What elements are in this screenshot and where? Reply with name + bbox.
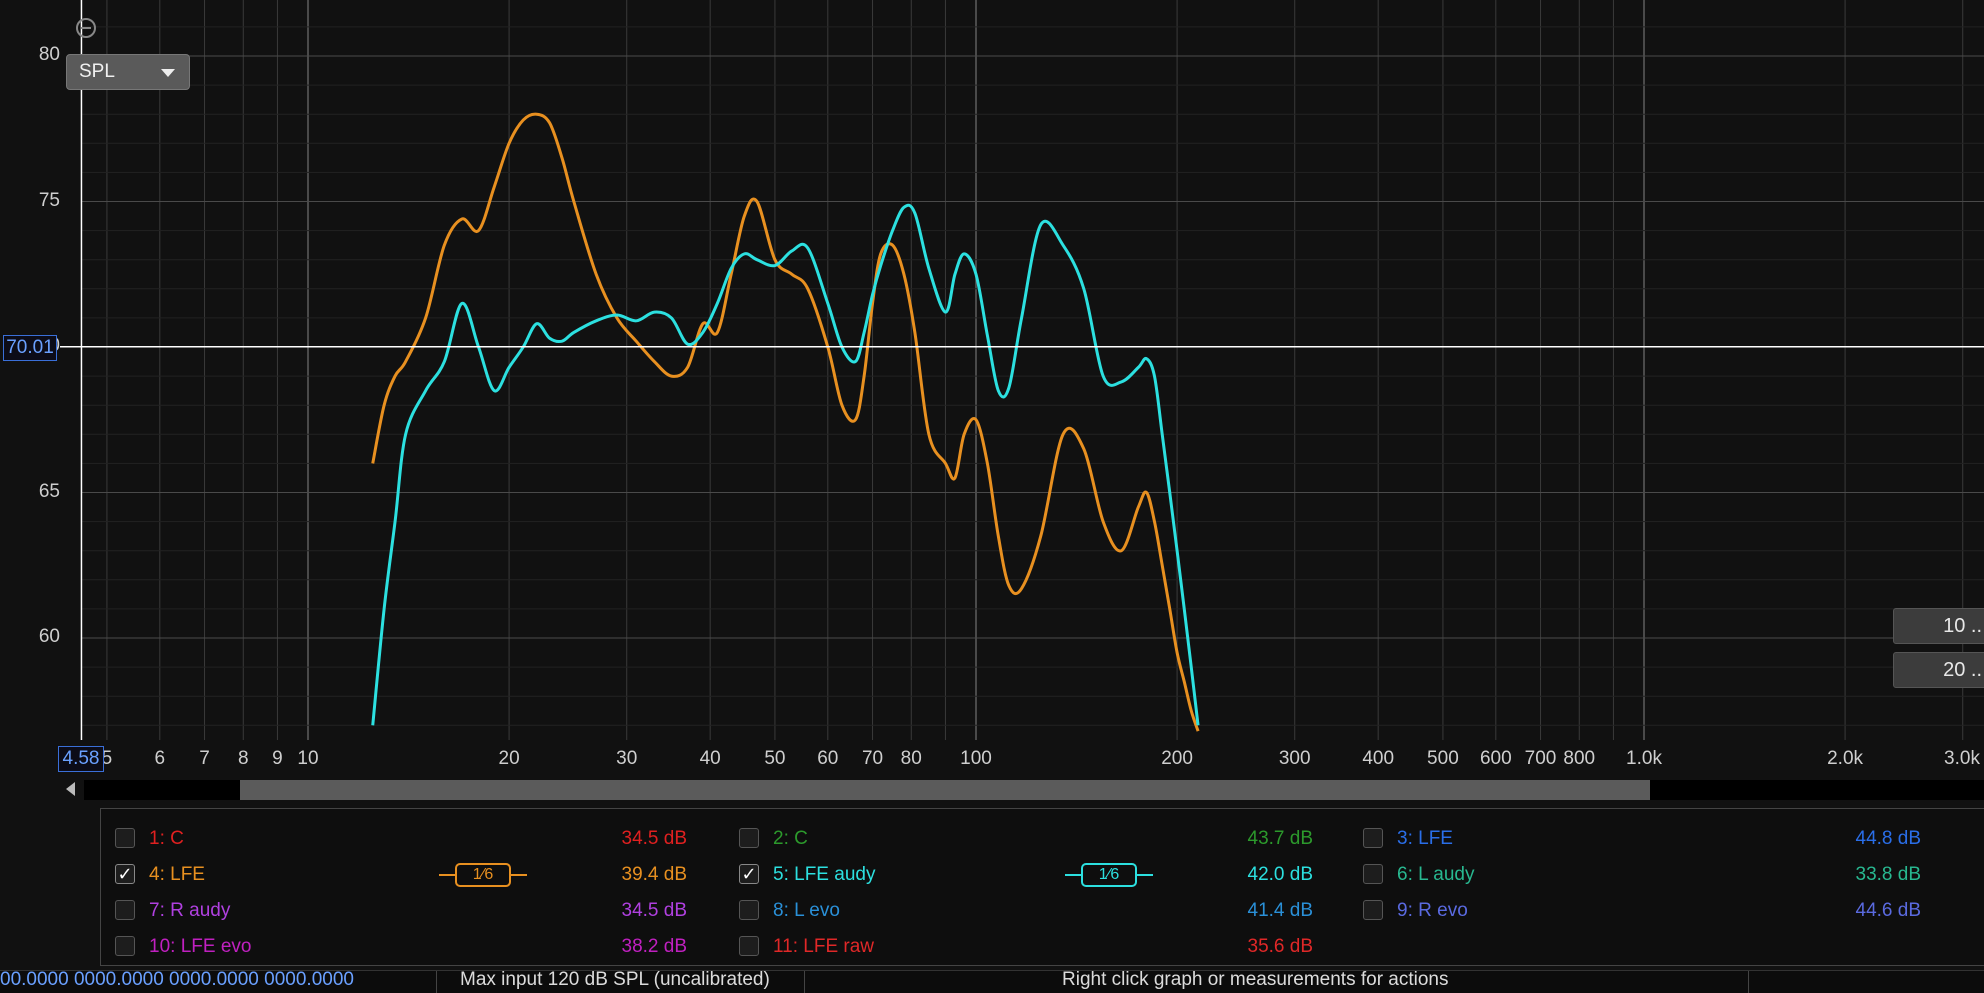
y-tick-label: 65 bbox=[38, 480, 60, 502]
x-tick-label: 800 bbox=[1563, 748, 1596, 769]
y-cursor-readout: 70.01 bbox=[3, 335, 57, 361]
legend-item-value: 44.8 dB bbox=[1855, 828, 1922, 849]
x-tick-label: 1.0k bbox=[1626, 748, 1662, 769]
smoothing-badge[interactable]: 1⁄6 bbox=[439, 863, 527, 887]
x-tick-label: 300 bbox=[1278, 748, 1311, 769]
legend-checkbox[interactable] bbox=[115, 936, 135, 956]
measurement-legend: 1: C 34.5 dB ✓ 4: LFE 1⁄6 39.4 dB 7: R a… bbox=[100, 808, 1984, 966]
frequency-response-graph[interactable] bbox=[0, 0, 1984, 770]
status-hint: Right click graph or measurements for ac… bbox=[1062, 970, 1449, 990]
legend-item-value: 43.7 dB bbox=[1247, 828, 1314, 849]
y-tick-label: 80 bbox=[38, 44, 60, 65]
legend-item-label: 6: L audy bbox=[1397, 864, 1475, 885]
legend-item-value: 34.5 dB bbox=[621, 900, 688, 921]
legend-item-label: 9: R evo bbox=[1397, 900, 1468, 921]
x-tick-label: 2.0k bbox=[1827, 748, 1864, 769]
series-line-5-lfe-audy bbox=[371, 203, 1200, 726]
legend-checkbox[interactable]: ✓ bbox=[115, 864, 135, 884]
legend-item-6-l-audy[interactable]: 6: L audy 33.8 dB bbox=[1363, 861, 1923, 891]
range-button-10[interactable]: 10 .. bbox=[1893, 608, 1984, 644]
x-tick-label: 70 bbox=[861, 748, 884, 769]
x-tick-label: 50 bbox=[764, 748, 786, 769]
smoothing-badge[interactable]: 1⁄6 bbox=[1065, 863, 1153, 887]
legend-item-label: 5: LFE audy bbox=[773, 864, 876, 885]
x-tick-label: 10 bbox=[297, 748, 319, 769]
legend-item-10-lfe-evo[interactable]: 10: LFE evo 38.2 dB bbox=[115, 933, 687, 963]
legend-item-1-c[interactable]: 1: C 34.5 dB bbox=[115, 825, 687, 855]
legend-item-value: 44.6 dB bbox=[1855, 900, 1922, 921]
chevron-down-icon bbox=[161, 69, 175, 77]
legend-item-value: 35.6 dB bbox=[1247, 936, 1314, 957]
x-tick-label: 700 bbox=[1524, 748, 1557, 769]
x-tick-label: 60 bbox=[817, 748, 839, 769]
y-tick-label: 75 bbox=[38, 189, 60, 211]
y-tick-label: 60 bbox=[38, 626, 60, 647]
x-tick-label: 500 bbox=[1427, 748, 1459, 769]
legend-checkbox[interactable] bbox=[1363, 900, 1383, 920]
legend-item-label: 7: R audy bbox=[149, 900, 231, 921]
legend-item-value: 34.5 dB bbox=[621, 828, 688, 849]
x-tick-label: 100 bbox=[960, 748, 992, 769]
status-bar: 00.0000 0000.0000 0000.0000 0000.0000 Ma… bbox=[0, 970, 1984, 993]
graph-grid bbox=[82, 0, 1984, 740]
legend-item-3-lfe[interactable]: 3: LFE 44.8 dB bbox=[1363, 825, 1923, 855]
legend-item-label: 3: LFE bbox=[1397, 828, 1453, 849]
status-input-level: Max input 120 dB SPL (uncalibrated) bbox=[460, 970, 770, 990]
legend-item-9-r-evo[interactable]: 9: R evo 44.6 dB bbox=[1363, 897, 1923, 927]
legend-checkbox[interactable] bbox=[739, 828, 759, 848]
x-tick-label: 6 bbox=[154, 748, 166, 769]
scroll-left-arrow-icon[interactable] bbox=[66, 782, 75, 796]
x-tick-label: 7 bbox=[199, 748, 210, 769]
legend-item-label: 4: LFE bbox=[149, 864, 205, 885]
range-button-20[interactable]: 20 .. bbox=[1893, 652, 1984, 688]
x-tick-label: 400 bbox=[1362, 748, 1395, 769]
legend-checkbox[interactable] bbox=[739, 900, 759, 920]
horizontal-scrollbar-thumb[interactable] bbox=[240, 780, 1650, 800]
x-tick-label: 80 bbox=[900, 748, 922, 769]
legend-item-11-lfe-raw[interactable]: 11: LFE raw 35.6 dB bbox=[739, 933, 1313, 963]
legend-checkbox[interactable] bbox=[115, 828, 135, 848]
measure-select-value: SPL bbox=[79, 61, 115, 82]
legend-item-2-c[interactable]: 2: C 43.7 dB bbox=[739, 825, 1313, 855]
status-cpu-readout: 00.0000 0000.0000 0000.0000 0000.0000 bbox=[0, 970, 354, 990]
zoom-out-icon[interactable] bbox=[76, 18, 96, 38]
x-tick-label: 8 bbox=[237, 748, 249, 769]
legend-checkbox[interactable] bbox=[115, 900, 135, 920]
legend-item-label: 2: C bbox=[773, 828, 808, 849]
x-tick-label: 200 bbox=[1161, 748, 1193, 769]
legend-item-label: 1: C bbox=[149, 828, 184, 849]
legend-item-value: 38.2 dB bbox=[621, 936, 688, 957]
legend-item-value: 33.8 dB bbox=[1855, 864, 1922, 885]
series-line-4-lfe bbox=[371, 112, 1200, 732]
legend-item-label: 10: LFE evo bbox=[149, 936, 252, 957]
legend-item-5-lfe-audy[interactable]: ✓ 5: LFE audy 1⁄6 42.0 dB bbox=[739, 861, 1313, 891]
legend-item-value: 39.4 dB bbox=[621, 864, 688, 885]
legend-checkbox[interactable] bbox=[1363, 864, 1383, 884]
x-cursor-readout: 4.58 bbox=[58, 746, 104, 772]
x-tick-label: 30 bbox=[616, 748, 638, 769]
legend-item-7-r-audy[interactable]: 7: R audy 34.5 dB bbox=[115, 897, 687, 927]
x-tick-label: 600 bbox=[1479, 748, 1512, 769]
graph-curves bbox=[371, 112, 1200, 732]
legend-checkbox[interactable]: ✓ bbox=[739, 864, 759, 884]
x-tick-label: 20 bbox=[498, 748, 520, 769]
legend-item-4-lfe[interactable]: ✓ 4: LFE 1⁄6 39.4 dB bbox=[115, 861, 687, 891]
legend-item-label: 8: L evo bbox=[773, 900, 840, 921]
legend-item-value: 42.0 dB bbox=[1247, 864, 1314, 885]
legend-item-value: 41.4 dB bbox=[1247, 900, 1314, 921]
legend-item-8-l-evo[interactable]: 8: L evo 41.4 dB bbox=[739, 897, 1313, 927]
x-tick-label: 3.0k bbox=[1944, 748, 1980, 769]
legend-checkbox[interactable] bbox=[739, 936, 759, 956]
x-tick-label: 40 bbox=[699, 748, 721, 769]
measure-select[interactable]: SPL bbox=[66, 54, 190, 90]
legend-item-label: 11: LFE raw bbox=[773, 936, 875, 957]
legend-checkbox[interactable] bbox=[1363, 828, 1383, 848]
x-tick-label: 9 bbox=[272, 748, 283, 769]
